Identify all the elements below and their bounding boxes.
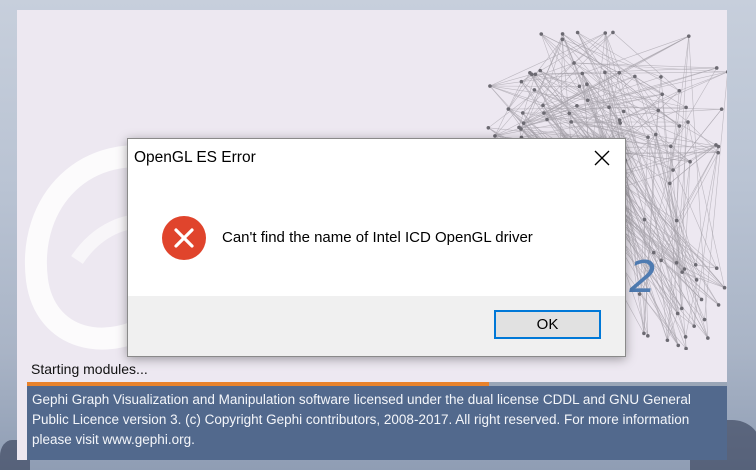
graph-node — [585, 82, 589, 86]
graph-node — [693, 262, 698, 267]
graph-node — [585, 98, 590, 103]
graph-node — [719, 107, 724, 111]
graph-node — [569, 120, 573, 124]
graph-node — [716, 303, 721, 307]
graph-node — [677, 88, 682, 93]
graph-node — [716, 144, 721, 149]
graph-node — [722, 285, 727, 290]
graph-node — [621, 109, 626, 114]
graph-node — [714, 266, 719, 270]
graph-node — [611, 30, 615, 35]
license-text: Gephi Graph Visualization and Manipulati… — [27, 386, 727, 460]
graph-node — [580, 71, 585, 76]
graph-node — [688, 159, 692, 164]
graph-node — [545, 117, 549, 122]
graph-edge — [687, 121, 719, 153]
graph-node — [675, 311, 680, 316]
graph-node — [642, 331, 646, 336]
graph-node — [692, 324, 696, 328]
graph-edge — [612, 32, 680, 91]
graph-node — [646, 135, 650, 139]
graph-node — [699, 297, 704, 302]
graph-node — [680, 270, 685, 274]
ok-button[interactable]: OK — [494, 310, 601, 339]
graph-node — [575, 30, 580, 35]
graph-edge — [672, 108, 722, 171]
graph-node — [716, 150, 720, 155]
graph-node — [674, 261, 679, 265]
graph-node — [646, 334, 650, 338]
dialog-footer: OK — [128, 296, 625, 356]
graph-node — [528, 70, 532, 75]
error-message: Can't find the name of Intel ICD OpenGL … — [222, 229, 533, 246]
graph-node — [506, 107, 511, 111]
graph-node — [577, 84, 582, 89]
graph-node — [607, 105, 611, 110]
graph-node — [575, 103, 579, 108]
graph-node — [567, 111, 572, 116]
graph-node — [683, 335, 688, 339]
graph-node — [665, 338, 670, 343]
graph-node — [653, 132, 658, 137]
error-dialog: OpenGL ES Error Can't find the name of I… — [127, 138, 626, 357]
graph-node — [572, 61, 576, 65]
graph-edge — [577, 32, 606, 73]
graph-node — [603, 70, 607, 75]
graph-node — [669, 144, 673, 149]
graph-node — [659, 258, 663, 263]
graph-node — [519, 127, 523, 131]
status-text: Starting modules... — [31, 361, 148, 377]
graph-edge — [688, 36, 709, 339]
graph-edge — [508, 72, 531, 110]
graph-node — [686, 120, 690, 124]
graph-node — [560, 37, 565, 42]
graph-node — [486, 126, 491, 130]
graph-node — [659, 75, 663, 79]
graph-node — [617, 71, 622, 75]
graph-node — [633, 74, 637, 79]
close-icon — [594, 150, 610, 166]
graph-node — [702, 317, 707, 322]
graph-node — [677, 124, 682, 128]
graph-node — [542, 111, 546, 115]
graph-node — [521, 111, 525, 115]
graph-node — [682, 267, 687, 271]
graph-node — [617, 118, 622, 122]
graph-node — [686, 34, 691, 38]
graph-node — [706, 336, 710, 340]
graph-node — [725, 70, 727, 74]
graph-node — [656, 108, 661, 113]
graph-node — [671, 168, 675, 172]
graph-node — [684, 105, 688, 110]
graph-node — [538, 68, 543, 73]
graph-node — [539, 32, 544, 36]
graph-edge — [684, 161, 691, 270]
graph-node — [674, 218, 679, 223]
graph-node — [603, 31, 608, 35]
graph-node — [533, 72, 538, 77]
graph-node — [714, 66, 719, 70]
graph-node — [668, 181, 672, 186]
graph-node — [560, 32, 565, 36]
graph-node — [660, 92, 664, 97]
graph-node — [521, 121, 526, 125]
graph-node — [679, 306, 684, 311]
error-icon — [162, 216, 206, 260]
graph-node — [488, 84, 492, 88]
graph-node — [541, 103, 545, 108]
desktop-background: .2 Starting modules... Gephi Graph Visua… — [0, 0, 756, 470]
graph-node — [676, 343, 681, 348]
graph-node — [642, 217, 647, 222]
close-button[interactable] — [587, 145, 617, 171]
graph-node — [519, 79, 524, 84]
graph-node — [532, 88, 537, 92]
dialog-title: OpenGL ES Error — [134, 149, 256, 166]
graph-node — [694, 278, 699, 282]
